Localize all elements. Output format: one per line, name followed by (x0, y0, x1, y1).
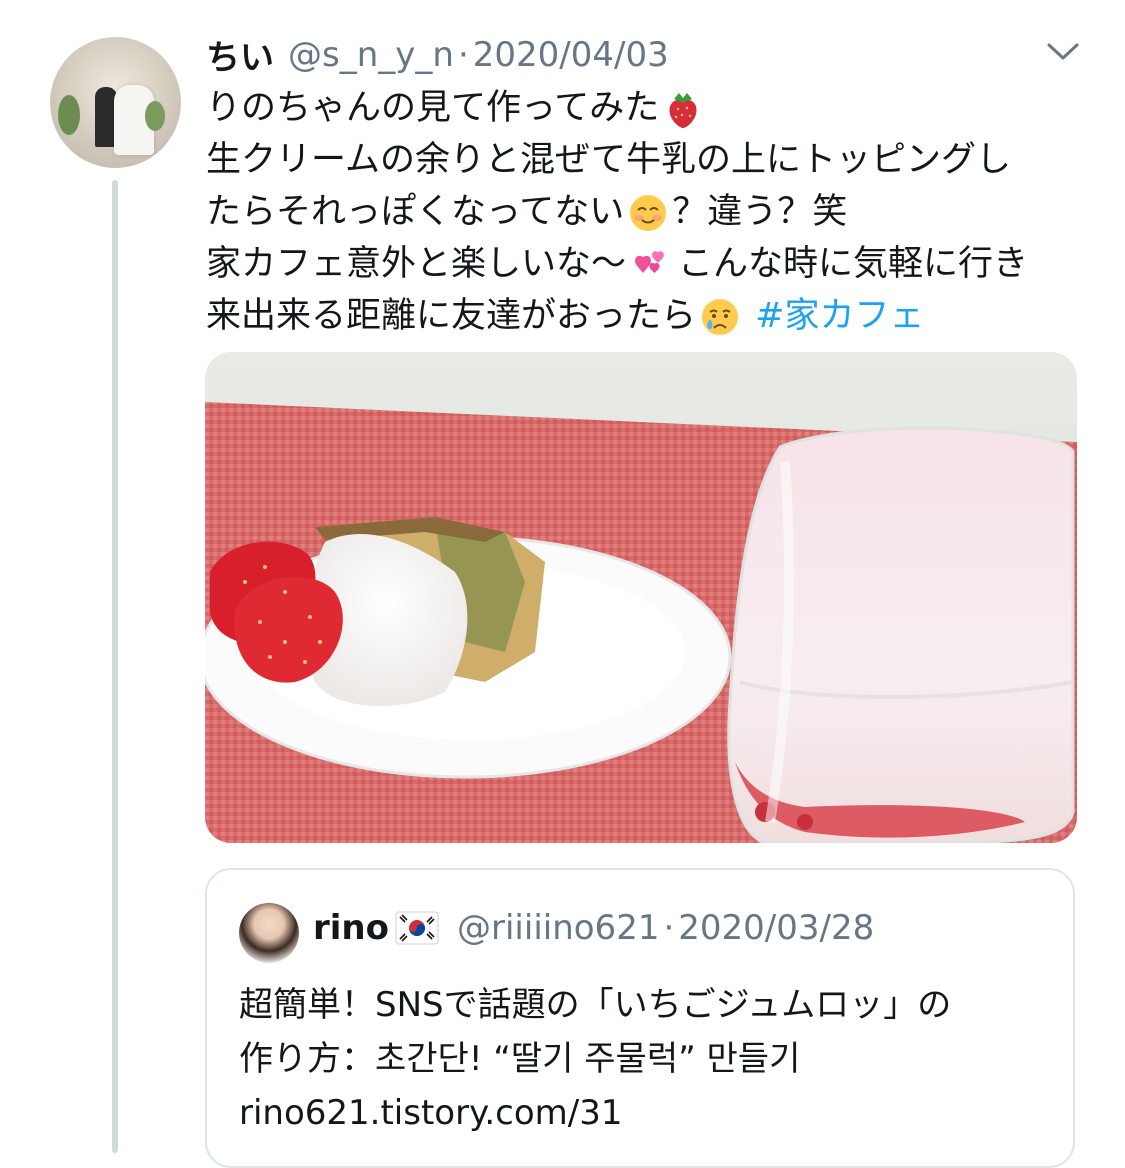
chevron-down-icon[interactable] (1046, 42, 1080, 62)
quoted-separator: · (663, 908, 675, 948)
quoted-tweet[interactable]: rino @riiiiino621 · 2020/03/28 超簡単！SNSで話… (205, 868, 1075, 1168)
avatar-plant-right (145, 101, 165, 131)
quoted-display-name[interactable]: rino (313, 908, 389, 948)
quoted-line-2: 作り方：초간단! “딸기 주물럭” 만들기 (239, 1039, 801, 1079)
tweet-line-4-text-before: 家カフェ意外と楽しいな〜 (206, 244, 627, 284)
tweet-line-1: りのちゃんの見て作ってみた (206, 82, 1086, 134)
avatar-plant-left (58, 95, 80, 135)
tweet-text: りのちゃんの見て作ってみた 生クリームの余りと混ぜて牛乳の上にトッピングし たら… (206, 82, 1086, 342)
tweet-line-3-text-before: たらそれっぽくなってない (206, 192, 625, 232)
tweet-line-5-text-before: 来出来る距離に友達がおったら (206, 296, 697, 336)
smiling-face-emoji (630, 195, 667, 231)
quoted-avatar[interactable] (239, 903, 299, 963)
tweet-date[interactable]: 2020/04/03 (473, 35, 669, 75)
tweet-line-3: たらそれっぽくなってない ？違う？笑 (206, 186, 1086, 238)
separator: · (457, 34, 469, 75)
tweet-line-1-text: りのちゃんの見て作ってみた (206, 88, 660, 128)
two-hearts-emoji (635, 251, 664, 273)
quoted-line-1: 超簡単！SNSで話題の「いちごジュムロッ」の (239, 985, 952, 1025)
quoted-link[interactable]: rino621.tistory.com/31 (239, 1086, 1059, 1140)
strawberry-emoji (669, 93, 697, 128)
quoted-date[interactable]: 2020/03/28 (678, 908, 874, 948)
tweet-photo[interactable] (205, 352, 1077, 843)
display-name[interactable]: ちい (206, 30, 274, 79)
tweet-line-3-text-after: ？違う？笑 (672, 192, 848, 232)
tweet-line-4: 家カフェ意外と楽しいな〜 こんな時に気軽に行き (206, 238, 1086, 290)
avatar[interactable] (50, 37, 181, 168)
tweet-line-2: 生クリームの余りと混ぜて牛乳の上にトッピングし (206, 140, 1012, 180)
handle[interactable]: @s_n_y_n (288, 35, 454, 75)
hashtag-link[interactable]: #家カフェ (755, 296, 924, 336)
quoted-text: 超簡単！SNSで話題の「いちごジュムロッ」の 作り方：초간단! “딸기 주물럭”… (239, 978, 1059, 1140)
crying-face-emoji (702, 299, 739, 335)
south-korea-flag-emoji (395, 911, 439, 945)
thread-line (112, 180, 118, 1153)
tweet-line-4-text-after: こんな時に気軽に行き (678, 244, 1029, 284)
tweet-header: ちい @s_n_y_n · 2020/04/03 (206, 30, 669, 79)
quoted-handle[interactable]: @riiiiino621 (457, 908, 659, 948)
tweet-line-5: 来出来る距離に友達がおったら #家カフェ (206, 290, 1086, 342)
quoted-header: rino @riiiiino621 · 2020/03/28 (313, 908, 874, 948)
